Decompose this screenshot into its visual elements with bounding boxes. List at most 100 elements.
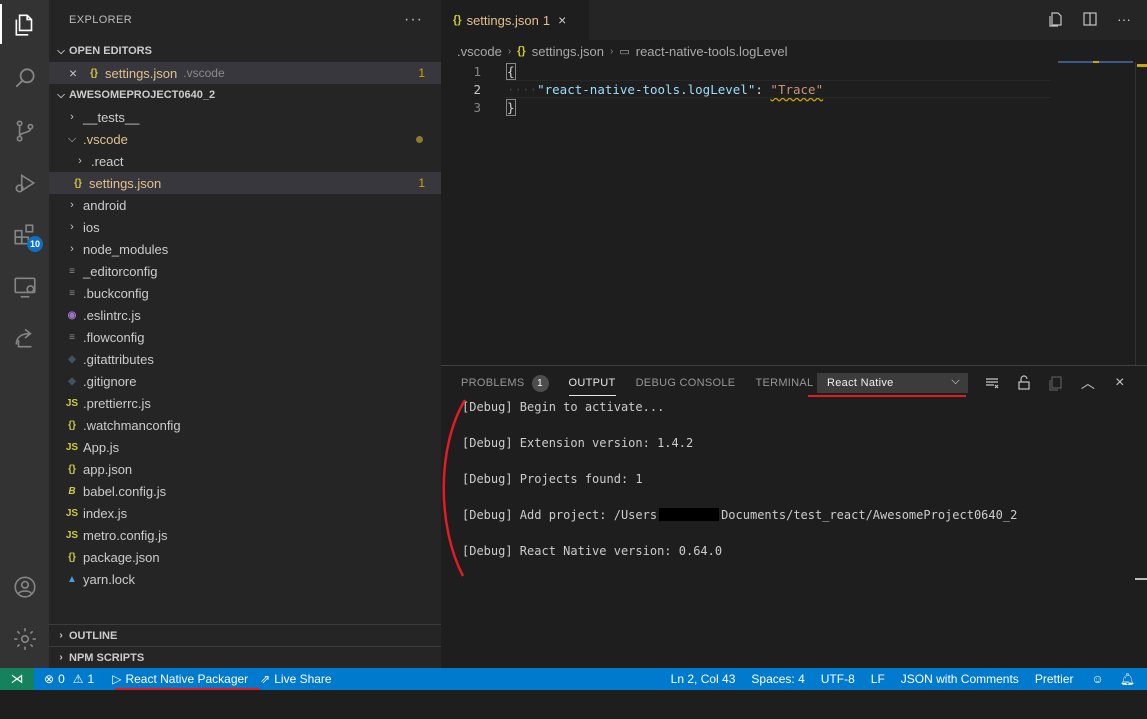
open-editor-item[interactable]: × {} settings.json .vscode 1 <box>49 62 441 84</box>
live-share-icon[interactable] <box>10 323 40 353</box>
remote-explorer-icon[interactable] <box>10 272 40 302</box>
search-icon[interactable] <box>10 63 40 93</box>
chevron-right-icon: › <box>70 111 74 123</box>
end-of-line[interactable]: LF <box>863 672 893 686</box>
tree-item-label: node_modules <box>83 241 169 257</box>
maximize-panel-icon[interactable]: ︿ <box>1079 374 1097 392</box>
tree-item-label: .prettierrc.js <box>83 395 151 411</box>
project-section[interactable]: ⌵ AWESOMEPROJECT0640_2 <box>49 84 441 106</box>
more-actions-icon[interactable]: ··· <box>1115 10 1133 28</box>
run-debug-icon[interactable] <box>10 168 40 198</box>
extensions-icon[interactable]: 10 <box>10 220 43 252</box>
split-editor-icon[interactable] <box>1081 10 1099 28</box>
chevron-right-icon: › <box>507 45 512 57</box>
tree-item-node-modules[interactable]: › node_modules <box>49 238 441 260</box>
notifications-bell-icon[interactable]: 🔔︎ <box>1114 672 1147 686</box>
feedback-icon[interactable]: ☺ <box>1082 672 1114 686</box>
tree-item-tests[interactable]: › __tests__ <box>49 106 441 128</box>
tree-item-label: package.json <box>83 549 160 565</box>
activity-bar: 10 <box>0 0 49 668</box>
tree-item-buckconfig[interactable]: ≡ .buckconfig <box>49 282 441 304</box>
tree-item-package-json[interactable]: {} package.json <box>49 546 441 568</box>
chevron-right-icon: › <box>70 243 74 255</box>
output-view[interactable]: [Debug] Begin to activate... [Debug] Ext… <box>441 400 1147 580</box>
more-actions-icon[interactable]: ··· <box>404 11 423 29</box>
open-editor-name: settings.json <box>105 65 178 81</box>
manage-gear-icon[interactable] <box>10 624 40 654</box>
panel-scrollbar[interactable] <box>1135 578 1147 580</box>
encoding[interactable]: UTF-8 <box>813 672 863 686</box>
tab-terminal[interactable]: TERMINAL <box>755 366 813 400</box>
code-editor[interactable]: 1 { 2 ····"react-native-tools.logLevel":… <box>441 62 1147 116</box>
tree-item-editorconfig[interactable]: ≡ _editorconfig <box>49 260 441 282</box>
explorer-icon[interactable] <box>10 10 40 40</box>
git-file-icon: ◆ <box>68 353 76 365</box>
language-mode[interactable]: JSON with Comments <box>893 672 1027 686</box>
npm-scripts-label: NPM SCRIPTS <box>69 651 145 664</box>
formatter[interactable]: Prettier <box>1027 672 1082 686</box>
breadcrumb-folder[interactable]: .vscode <box>457 44 502 59</box>
source-control-icon[interactable] <box>10 116 40 146</box>
line-text: { <box>506 62 516 80</box>
tree-item-app-js[interactable]: JS App.js <box>49 436 441 458</box>
js-file-icon: JS <box>65 397 79 409</box>
chevron-down-icon: ⌵ <box>57 45 65 57</box>
tree-item-gitignore[interactable]: ◆ .gitignore <box>49 370 441 392</box>
lock-scroll-icon[interactable] <box>1015 374 1033 392</box>
accounts-icon[interactable] <box>10 572 40 602</box>
close-panel-icon[interactable]: × <box>1111 374 1129 392</box>
tree-item-eslintrc[interactable]: ◉ .eslintrc.js <box>49 304 441 326</box>
clear-output-icon[interactable] <box>983 374 1001 392</box>
open-editors-section[interactable]: ⌵ OPEN EDITORS <box>49 40 441 62</box>
output-line-suffix: Documents/test_react/AwesomeProject0640_… <box>721 508 1018 522</box>
chevron-down-icon: ⌵ <box>67 132 77 145</box>
breadcrumb-file[interactable]: settings.json <box>532 44 604 59</box>
tree-item-settings-json[interactable]: {} settings.json 1 <box>49 172 441 194</box>
bottom-panel: PROBLEMS 1 OUTPUT DEBUG CONSOLE TERMINAL… <box>441 365 1147 668</box>
tree-item-watchmanconfig[interactable]: {} .watchmanconfig <box>49 414 441 436</box>
output-line: [Debug] Extension version: 1.4.2 <box>462 436 694 450</box>
tree-item-index-js[interactable]: JS index.js <box>49 502 441 524</box>
close-icon[interactable]: × <box>69 65 85 81</box>
tree-item-react[interactable]: › .react <box>49 150 441 172</box>
tree-item-ios[interactable]: › ios <box>49 216 441 238</box>
tab-settings-json[interactable]: {} settings.json 1 × <box>441 0 589 40</box>
tree-item-label: .react <box>91 153 124 169</box>
problems-status[interactable]: ⊗ 0 ⚠ 1 <box>38 672 100 686</box>
tab-output[interactable]: OUTPUT <box>568 366 616 400</box>
tree-item-gitattributes[interactable]: ◆ .gitattributes <box>49 348 441 370</box>
breadcrumb-symbol[interactable]: react-native-tools.logLevel <box>636 44 788 59</box>
json-file-icon: {} <box>517 45 526 57</box>
tree-item-babel-config[interactable]: B babel.config.js <box>49 480 441 502</box>
tab-label: PROBLEMS <box>461 377 525 389</box>
tree-item-label: _editorconfig <box>83 263 158 279</box>
tab-debug-console[interactable]: DEBUG CONSOLE <box>636 366 736 400</box>
tab-problems[interactable]: PROBLEMS 1 <box>461 366 549 400</box>
npm-scripts-section[interactable]: › NPM SCRIPTS <box>49 646 441 668</box>
js-file-icon: JS <box>65 441 79 453</box>
tree-item-app-json[interactable]: {} app.json <box>49 458 441 480</box>
tree-item-vscode[interactable]: ⌵ .vscode <box>49 128 441 150</box>
output-channel-value: React Native <box>827 377 894 389</box>
outline-section[interactable]: › OUTLINE <box>49 624 441 646</box>
remote-indicator-icon[interactable]: ⋊ <box>0 668 34 690</box>
annotation-bracket <box>442 399 467 577</box>
tree-item-prettierrc[interactable]: JS .prettierrc.js <box>49 392 441 414</box>
open-settings-json-icon[interactable] <box>1047 10 1065 28</box>
open-log-icon[interactable] <box>1047 374 1065 392</box>
editor-group: {} settings.json 1 × ··· .vscode › {} se… <box>441 0 1147 365</box>
indentation[interactable]: Spaces: 4 <box>743 672 812 686</box>
live-share-button[interactable]: ⇗ Live Share <box>254 672 337 686</box>
chevron-right-icon: › <box>59 652 63 663</box>
react-native-packager-button[interactable]: ▷ React Native Packager <box>106 672 254 686</box>
cursor-position[interactable]: Ln 2, Col 43 <box>663 672 744 686</box>
output-channel-select[interactable]: React Native ⌵ <box>817 373 968 393</box>
chevron-right-icon: › <box>70 221 74 233</box>
tree-item-android[interactable]: › android <box>49 194 441 216</box>
tree-item-metro-config[interactable]: JS metro.config.js <box>49 524 441 546</box>
tree-item-yarn-lock[interactable]: ▲ yarn.lock <box>49 568 441 590</box>
editor-scrollbar[interactable] <box>1135 62 1147 365</box>
line-text: } <box>506 98 516 116</box>
tree-item-flowconfig[interactable]: ≡ .flowconfig <box>49 326 441 348</box>
close-icon[interactable]: × <box>558 12 566 28</box>
